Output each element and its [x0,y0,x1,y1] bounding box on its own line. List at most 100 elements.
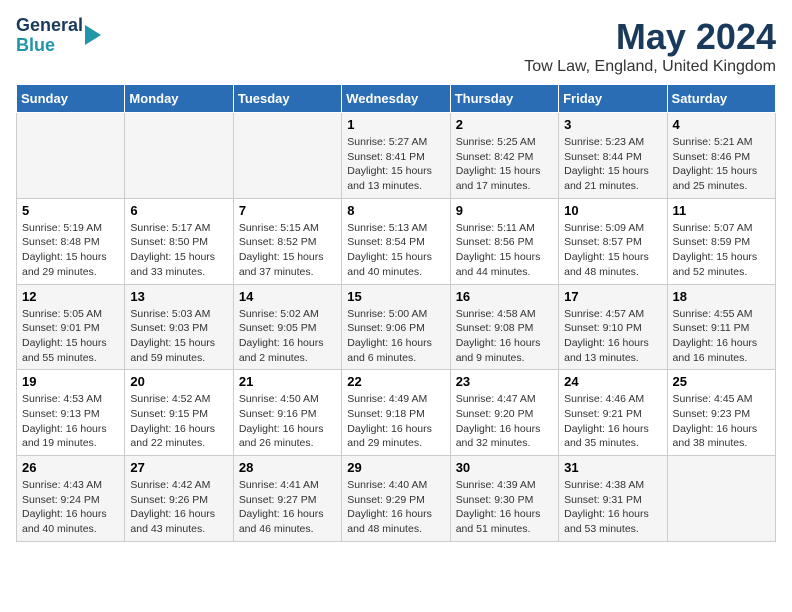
day-info: Sunrise: 5:00 AM Sunset: 9:06 PM Dayligh… [347,307,444,366]
day-number: 3 [564,117,661,132]
day-info: Sunrise: 4:41 AM Sunset: 9:27 PM Dayligh… [239,478,336,537]
day-info: Sunrise: 4:52 AM Sunset: 9:15 PM Dayligh… [130,392,227,451]
day-number: 13 [130,289,227,304]
calendar-cell [667,456,775,542]
header-sunday: Sunday [17,85,125,113]
day-number: 8 [347,203,444,218]
calendar-cell: 13Sunrise: 5:03 AM Sunset: 9:03 PM Dayli… [125,284,233,370]
calendar-cell: 3 Sunrise: 5:23 AM Sunset: 8:44 PM Daylig… [559,113,667,199]
day-info: Sunrise: 5:11 AM Sunset: 8:56 PM Dayligh… [456,221,553,280]
calendar-cell: 24 Sunrise: 4:46 AM Sunset: 9:21 PM Dayli… [559,370,667,456]
header-saturday: Saturday [667,85,775,113]
day-info: Sunrise: 5:19 AM Sunset: 8:48 PM Dayligh… [22,221,119,280]
calendar-cell: 11 Sunrise: 5:07 AM Sunset: 8:59 PM Dayli… [667,198,775,284]
calendar-week-row: 26 Sunrise: 4:43 AM Sunset: 9:24 PM Dayli… [17,456,776,542]
calendar-cell: 17 Sunrise: 4:57 AM Sunset: 9:10 PM Dayli… [559,284,667,370]
calendar-cell: 27 Sunrise: 4:42 AM Sunset: 9:26 PM Dayli… [125,456,233,542]
day-info: Sunrise: 5:21 AM Sunset: 8:46 PM Dayligh… [673,135,770,194]
calendar-cell: 16Sunrise: 4:58 AM Sunset: 9:08 PM Dayli… [450,284,558,370]
calendar-header-row: SundayMondayTuesdayWednesdayThursdayFrid… [17,85,776,113]
calendar-cell: 30 Sunrise: 4:39 AM Sunset: 9:30 PM Dayli… [450,456,558,542]
calendar-week-row: 12 Sunrise: 5:05 AM Sunset: 9:01 PM Dayli… [17,284,776,370]
day-info: Sunrise: 4:46 AM Sunset: 9:21 PM Dayligh… [564,392,661,451]
calendar-cell: 25 Sunrise: 4:45 AM Sunset: 9:23 PM Dayli… [667,370,775,456]
calendar-table: SundayMondayTuesdayWednesdayThursdayFrid… [16,84,776,542]
day-info: Sunrise: 5:07 AM Sunset: 8:59 PM Dayligh… [673,221,770,280]
calendar-cell [233,113,341,199]
title-block: May 2024 Tow Law, England, United Kingdo… [524,16,776,76]
day-number: 20 [130,374,227,389]
day-info: Sunrise: 4:39 AM Sunset: 9:30 PM Dayligh… [456,478,553,537]
subtitle: Tow Law, England, United Kingdom [524,58,776,76]
day-number: 2 [456,117,553,132]
header-thursday: Thursday [450,85,558,113]
day-number: 30 [456,460,553,475]
day-number: 19 [22,374,119,389]
calendar-cell: 6 Sunrise: 5:17 AM Sunset: 8:50 PM Daylig… [125,198,233,284]
day-number: 28 [239,460,336,475]
calendar-cell: 5 Sunrise: 5:19 AM Sunset: 8:48 PM Daylig… [17,198,125,284]
day-info: Sunrise: 5:23 AM Sunset: 8:44 PM Dayligh… [564,135,661,194]
calendar-cell: 1Sunrise: 5:27 AM Sunset: 8:41 PM Daylig… [342,113,450,199]
logo-text: GeneralBlue [16,16,83,56]
day-info: Sunrise: 4:55 AM Sunset: 9:11 PM Dayligh… [673,307,770,366]
day-info: Sunrise: 4:42 AM Sunset: 9:26 PM Dayligh… [130,478,227,537]
calendar-cell: 8 Sunrise: 5:13 AM Sunset: 8:54 PM Daylig… [342,198,450,284]
header-monday: Monday [125,85,233,113]
calendar-cell: 29 Sunrise: 4:40 AM Sunset: 9:29 PM Dayli… [342,456,450,542]
day-info: Sunrise: 5:25 AM Sunset: 8:42 PM Dayligh… [456,135,553,194]
day-number: 6 [130,203,227,218]
day-info: Sunrise: 5:15 AM Sunset: 8:52 PM Dayligh… [239,221,336,280]
day-info: Sunrise: 4:50 AM Sunset: 9:16 PM Dayligh… [239,392,336,451]
day-number: 5 [22,203,119,218]
day-info: Sunrise: 4:43 AM Sunset: 9:24 PM Dayligh… [22,478,119,537]
header-tuesday: Tuesday [233,85,341,113]
day-number: 24 [564,374,661,389]
day-number: 22 [347,374,444,389]
calendar-cell: 14Sunrise: 5:02 AM Sunset: 9:05 PM Dayli… [233,284,341,370]
day-number: 23 [456,374,553,389]
header-wednesday: Wednesday [342,85,450,113]
day-info: Sunrise: 4:40 AM Sunset: 9:29 PM Dayligh… [347,478,444,537]
calendar-cell: 28 Sunrise: 4:41 AM Sunset: 9:27 PM Dayli… [233,456,341,542]
day-number: 29 [347,460,444,475]
calendar-cell: 23 Sunrise: 4:47 AM Sunset: 9:20 PM Dayli… [450,370,558,456]
day-number: 9 [456,203,553,218]
calendar-cell: 19 Sunrise: 4:53 AM Sunset: 9:13 PM Dayli… [17,370,125,456]
day-number: 25 [673,374,770,389]
day-number: 31 [564,460,661,475]
day-number: 18 [673,289,770,304]
day-info: Sunrise: 5:27 AM Sunset: 8:41 PM Dayligh… [347,135,444,194]
day-number: 4 [673,117,770,132]
day-number: 27 [130,460,227,475]
main-title: May 2024 [524,16,776,58]
day-info: Sunrise: 4:49 AM Sunset: 9:18 PM Dayligh… [347,392,444,451]
calendar-cell: 12 Sunrise: 5:05 AM Sunset: 9:01 PM Dayli… [17,284,125,370]
day-info: Sunrise: 5:17 AM Sunset: 8:50 PM Dayligh… [130,221,227,280]
day-info: Sunrise: 5:05 AM Sunset: 9:01 PM Dayligh… [22,307,119,366]
calendar-cell [17,113,125,199]
calendar-cell: 26 Sunrise: 4:43 AM Sunset: 9:24 PM Dayli… [17,456,125,542]
header-friday: Friday [559,85,667,113]
day-info: Sunrise: 4:53 AM Sunset: 9:13 PM Dayligh… [22,392,119,451]
calendar-week-row: 5 Sunrise: 5:19 AM Sunset: 8:48 PM Daylig… [17,198,776,284]
logo: GeneralBlue [16,16,101,56]
day-info: Sunrise: 5:13 AM Sunset: 8:54 PM Dayligh… [347,221,444,280]
calendar-cell: 20 Sunrise: 4:52 AM Sunset: 9:15 PM Dayli… [125,370,233,456]
calendar-cell: 22 Sunrise: 4:49 AM Sunset: 9:18 PM Dayli… [342,370,450,456]
day-info: Sunrise: 4:58 AM Sunset: 9:08 PM Dayligh… [456,307,553,366]
day-info: Sunrise: 4:47 AM Sunset: 9:20 PM Dayligh… [456,392,553,451]
day-number: 17 [564,289,661,304]
page-header: GeneralBlue May 2024 Tow Law, England, U… [16,16,776,76]
calendar-cell: 31Sunrise: 4:38 AM Sunset: 9:31 PM Dayli… [559,456,667,542]
day-number: 26 [22,460,119,475]
day-number: 7 [239,203,336,218]
day-number: 15 [347,289,444,304]
day-info: Sunrise: 4:45 AM Sunset: 9:23 PM Dayligh… [673,392,770,451]
calendar-cell: 18 Sunrise: 4:55 AM Sunset: 9:11 PM Dayli… [667,284,775,370]
day-number: 12 [22,289,119,304]
calendar-cell: 2 Sunrise: 5:25 AM Sunset: 8:42 PM Daylig… [450,113,558,199]
day-info: Sunrise: 4:57 AM Sunset: 9:10 PM Dayligh… [564,307,661,366]
calendar-week-row: 1Sunrise: 5:27 AM Sunset: 8:41 PM Daylig… [17,113,776,199]
day-number: 11 [673,203,770,218]
